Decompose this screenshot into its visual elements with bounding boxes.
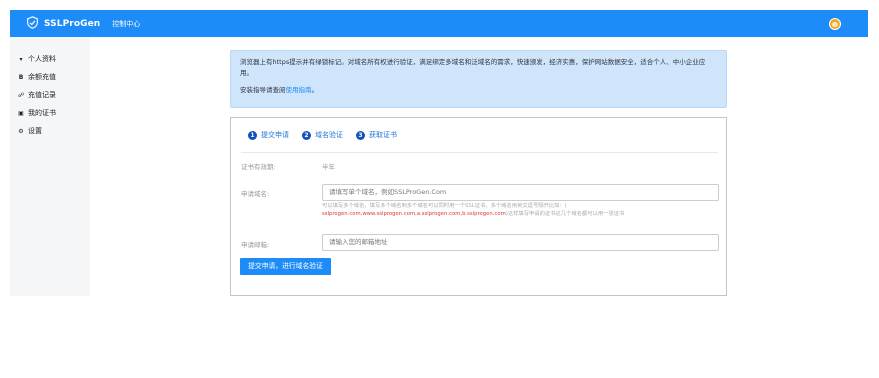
guide-link[interactable]: 使用指南 bbox=[286, 86, 312, 94]
step-indicator: 1 提交申请 2 域名验证 3 获取证书 bbox=[248, 130, 410, 140]
validity-label: 证书有效期: bbox=[241, 163, 276, 171]
application-form-panel: 1 提交申请 2 域名验证 3 获取证书 证书有效期: 半年 申请域名: 请填写… bbox=[230, 117, 727, 296]
step-number-badge: 3 bbox=[356, 130, 365, 140]
step-get-certificate: 3 获取证书 bbox=[356, 130, 397, 140]
step-label: 提交申请 bbox=[261, 131, 289, 139]
link-icon: ☍ bbox=[17, 91, 25, 99]
email-input[interactable]: 请输入您的邮箱地址 bbox=[322, 234, 719, 251]
sidebar-item-label: 我的证书 bbox=[28, 109, 56, 117]
logo[interactable]: SSLProGen bbox=[26, 16, 100, 31]
divider bbox=[241, 152, 718, 153]
step-label: 获取证书 bbox=[369, 131, 397, 139]
notice-guide: 安装指导请查阅使用指南。 bbox=[240, 85, 717, 96]
sidebar-item-label: 设置 bbox=[28, 127, 42, 135]
sidebar-item-label: 充值记录 bbox=[28, 91, 56, 99]
submit-application-button[interactable]: 提交申请，进行域名验证 bbox=[240, 258, 331, 275]
guide-prefix: 安装指导请查阅 bbox=[240, 86, 286, 94]
step-verify: 2 域名验证 bbox=[302, 130, 343, 140]
sidebar-item-recharge[interactable]: B 余额充值 bbox=[10, 68, 90, 86]
domain-input[interactable]: 请填写单个域名，例如SSLProGen.Com bbox=[322, 184, 719, 201]
shield-logo-icon bbox=[26, 16, 39, 31]
email-label: 申请邮箱: bbox=[241, 241, 270, 249]
sidebar-item-profile[interactable]: ▾ 个人资料 bbox=[10, 50, 90, 68]
hint-text: 可以填写多个域名，填写多个域名到多个域名可以同时用一个SSL证书，多个域名用英文… bbox=[322, 203, 567, 209]
notice-text: 浏览器上有https提示并有绿锁标记。对域名所有权进行验证，满足绑定多域名和泛域… bbox=[240, 58, 706, 77]
certificate-icon: ▣ bbox=[18, 109, 24, 117]
step-submit: 1 提交申请 bbox=[248, 130, 289, 140]
sidebar-item-certificates[interactable]: ▣ 我的证书 bbox=[10, 104, 90, 122]
guide-suffix: 。 bbox=[311, 86, 319, 94]
step-number-badge: 2 bbox=[302, 130, 311, 140]
sidebar-item-settings[interactable]: ⚙ 设置 bbox=[10, 122, 90, 140]
sidebar-item-records[interactable]: ☍ 充值记录 bbox=[10, 86, 90, 104]
validity-value: 半年 bbox=[322, 163, 335, 171]
sidebar-item-label: 个人资料 bbox=[28, 55, 56, 63]
hint-suffix: )这样填写申请的证书这几个域名都可以用一张证书 bbox=[505, 211, 625, 217]
brand-name: SSLProGen bbox=[44, 18, 101, 29]
step-number-badge: 1 bbox=[248, 130, 257, 140]
user-avatar-icon[interactable] bbox=[829, 18, 841, 30]
sidebar: ▾ 个人资料 B 余额充值 ☍ 充值记录 ▣ 我的证书 ⚙ 设置 bbox=[10, 37, 90, 296]
domain-hint: 可以填写多个域名，填写多个域名到多个域名可以同时用一个SSL证书，多个域名用英文… bbox=[322, 202, 722, 218]
info-notice: 浏览器上有https提示并有绿锁标记。对域名所有权进行验证，满足绑定多域名和泛域… bbox=[230, 50, 727, 108]
balance-icon: B bbox=[18, 73, 24, 81]
top-navbar: SSLProGen 控制中心 bbox=[10, 10, 868, 37]
user-icon: ▾ bbox=[19, 55, 23, 63]
nav-control-center[interactable]: 控制中心 bbox=[112, 19, 140, 29]
domain-label: 申请域名: bbox=[241, 190, 270, 198]
gear-icon: ⚙ bbox=[18, 127, 24, 135]
step-label: 域名验证 bbox=[315, 131, 343, 139]
sidebar-item-label: 余额充值 bbox=[28, 73, 56, 81]
hint-example: sslprogen.com,www.sslprogen.com,a.sslpro… bbox=[322, 211, 506, 217]
